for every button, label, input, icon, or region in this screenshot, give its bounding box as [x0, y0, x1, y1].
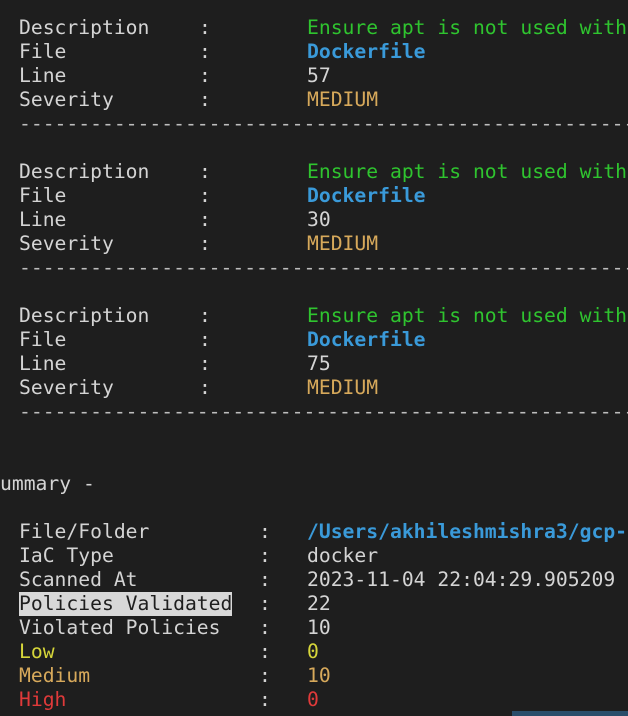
file-label: File [19, 184, 67, 207]
file-value: Dockerfile [307, 40, 426, 63]
finding-1-severity-row: Severity : MEDIUM [0, 88, 378, 112]
separator: : [259, 544, 271, 567]
separator: : [199, 64, 211, 87]
separator: : [259, 592, 271, 615]
scroll-indicator [512, 711, 628, 716]
line-value: 30 [307, 208, 331, 231]
divider: ----------------------------------------… [19, 256, 628, 279]
finding-3-line-row: Line : 75 [0, 352, 331, 376]
severity-value: MEDIUM [307, 88, 379, 111]
severity-label: Severity [19, 376, 114, 399]
summary-row-file-folder: File/Folder : /Users/akhileshmishra3/gcp… [0, 520, 627, 544]
summary-label: Scanned At [19, 568, 138, 591]
summary-label: Medium [19, 664, 91, 687]
summary-row-medium: Medium : 10 [0, 664, 331, 688]
summary-value: docker [307, 544, 379, 567]
file-label: File [19, 40, 67, 63]
description-label: Description [19, 16, 150, 39]
separator: : [199, 232, 211, 255]
file-value: Dockerfile [307, 328, 426, 351]
separator: : [199, 88, 211, 111]
summary-value: /Users/akhileshmishra3/gcp- [307, 520, 628, 543]
finding-2-description-row: Description : Ensure apt is not used wit… [0, 160, 627, 184]
finding-2-severity-row: Severity : MEDIUM [0, 232, 378, 256]
separator: : [199, 184, 211, 207]
line-value: 57 [307, 64, 331, 87]
finding-2-line-row: Line : 30 [0, 208, 331, 232]
terminal-window: Description : Ensure apt is not used wit… [0, 0, 628, 716]
summary-label-selected: Policies Validated [19, 592, 233, 616]
separator: : [259, 616, 271, 639]
separator: : [199, 40, 211, 63]
summary-row-scanned-at: Scanned At : 2023-11-04 22:04:29.905209 [0, 568, 615, 592]
file-value: Dockerfile [307, 184, 426, 207]
separator: : [199, 304, 211, 327]
line-label: Line [19, 64, 67, 87]
summary-label: Low [19, 640, 55, 663]
file-label: File [19, 328, 67, 351]
summary-row-policies-validated: Policies Validated : 22 [0, 592, 331, 616]
summary-heading-text: ummary - [0, 472, 95, 495]
severity-label: Severity [19, 232, 114, 255]
finding-2-file-row: File : Dockerfile [0, 184, 426, 208]
line-label: Line [19, 208, 67, 231]
finding-1-line-row: Line : 57 [0, 64, 331, 88]
separator: : [199, 376, 211, 399]
summary-row-iac-type: IaC Type : docker [0, 544, 378, 568]
separator: : [259, 688, 271, 711]
separator: : [259, 520, 271, 543]
finding-3-severity-row: Severity : MEDIUM [0, 376, 378, 400]
finding-3-description-row: Description : Ensure apt is not used wit… [0, 304, 627, 328]
summary-label: High [19, 688, 67, 711]
summary-label: File/Folder [19, 520, 150, 543]
description-value: Ensure apt is not used with [307, 16, 628, 39]
summary-value: 22 [307, 592, 331, 615]
summary-value: 2023-11-04 22:04:29.905209 [307, 568, 616, 591]
description-label: Description [19, 160, 150, 183]
separator: : [259, 568, 271, 591]
severity-label: Severity [19, 88, 114, 111]
divider: ----------------------------------------… [19, 400, 628, 423]
summary-value: 10 [307, 664, 331, 687]
description-label: Description [19, 304, 150, 327]
separator: : [259, 640, 271, 663]
finding-3-file-row: File : Dockerfile [0, 328, 426, 352]
separator: : [199, 160, 211, 183]
separator: : [199, 16, 211, 39]
summary-label: IaC Type [19, 544, 114, 567]
summary-value: 0 [307, 688, 319, 711]
severity-value: MEDIUM [307, 376, 379, 399]
summary-value: 0 [307, 640, 319, 663]
summary-heading: ummary - [0, 472, 95, 496]
line-label: Line [19, 352, 67, 375]
separator: : [259, 664, 271, 687]
divider: ----------------------------------------… [19, 112, 628, 135]
line-value: 75 [307, 352, 331, 375]
description-value: Ensure apt is not used with [307, 160, 628, 183]
summary-label: Violated Policies [19, 616, 221, 639]
finding-1-description-row: Description : Ensure apt is not used wit… [0, 16, 627, 40]
severity-value: MEDIUM [307, 232, 379, 255]
description-value: Ensure apt is not used with [307, 304, 628, 327]
summary-row-high: High : 0 [0, 688, 319, 712]
summary-row-low: Low : 0 [0, 640, 319, 664]
summary-value: 10 [307, 616, 331, 639]
summary-row-violated-policies: Violated Policies : 10 [0, 616, 331, 640]
separator: : [199, 352, 211, 375]
separator: : [199, 328, 211, 351]
separator: : [199, 208, 211, 231]
finding-1-file-row: File : Dockerfile [0, 40, 426, 64]
